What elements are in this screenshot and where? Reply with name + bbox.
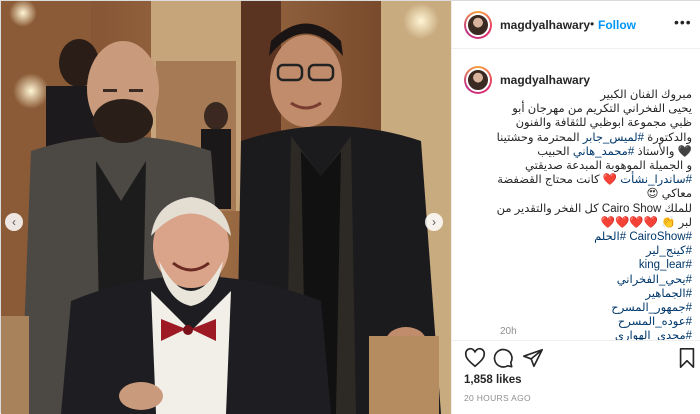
caption-line: #CairoShow #الحلم (496, 230, 692, 244)
caption-line: ظبي مجموعة ابوظبي للثقافة والفنون (496, 116, 692, 130)
caption-text-segment: الحبيب (537, 145, 573, 158)
post-photo[interactable]: ‹ › (1, 1, 451, 414)
heart-icon[interactable] (464, 347, 486, 369)
hashtag-link[interactable]: #يحي_الفخراني (617, 274, 692, 286)
caption-line: #عوده_المسرح (496, 315, 692, 329)
caption-text-segment: المحترمة وحشتينا (496, 131, 583, 144)
caption-line: #يحي_الفخراني (496, 273, 692, 287)
caption-line: 🖤 والأستاذ #محمد_هاني الحبيب (496, 145, 692, 159)
caption-line: #ساندرا_نشأت ❤️ كانت محتاج القضفضة (496, 173, 692, 187)
hashtag-link[interactable]: #لميس_جابر (583, 132, 644, 144)
bookmark-icon[interactable] (676, 347, 698, 369)
caption-text-segment: لبر 👏 ❤️❤️❤️❤️ (600, 216, 692, 229)
instagram-post: ‹ › magdyalhawary • Follow ••• magdyalha… (0, 0, 700, 414)
caption-line: يحيى الفخراني التكريم من مهرجان أبو (496, 102, 692, 116)
caption-line: للملك Cairo Show كل الفخر والتقدير من (496, 202, 692, 216)
hashtag-link[interactable]: #جمهور_المسرح (611, 302, 692, 314)
caption-text-segment: معاكي 😍 (646, 188, 692, 201)
comments-section: magdyalhawary مبروك الفنان الكبير يحيى ال… (452, 50, 700, 340)
hashtag-link[interactable]: #الجماهير (645, 288, 692, 300)
caption-line: و الجميلة الموهوبة المبدعة صديقتي (496, 159, 692, 173)
caption-line: #مجدي_الهواري (496, 329, 692, 340)
caption-line: #كينج_لير (496, 244, 692, 258)
separator-dot: • (590, 17, 595, 31)
share-icon[interactable] (522, 347, 544, 369)
post-timestamp: 20 HOURS AGO (464, 393, 531, 403)
hashtag-link[interactable]: #مجدي_الهواري (615, 330, 692, 340)
caption-line: مبروك الفنان الكبير (496, 88, 692, 102)
caption-text-segment: مبروك الفنان الكبير (600, 89, 692, 101)
hashtag-link[interactable]: #عوده_المسرح (618, 316, 692, 328)
caption-text-segment: والدكتورة (644, 131, 692, 144)
caption-line: لبر 👏 ❤️❤️❤️❤️ (496, 216, 692, 230)
caption-text-segment: للملك Cairo Show كل الفخر والتقدير من (496, 202, 692, 215)
hashtag-link[interactable]: #محمد_هاني (573, 146, 634, 158)
hashtag-link[interactable]: #king_lear (639, 259, 692, 271)
hashtag-link[interactable]: #الحلم (594, 231, 626, 243)
comment-icon[interactable] (492, 347, 514, 369)
post-side-panel: magdyalhawary • Follow ••• magdyalhawary… (451, 1, 700, 414)
caption-text-segment: ظبي مجموعة ابوظبي للثقافة والفنون (515, 117, 692, 130)
caption-time: 20h (500, 326, 517, 337)
header-username[interactable]: magdyalhawary (500, 18, 590, 32)
hashtag-link[interactable]: #CairoShow (629, 231, 692, 243)
post-actions: 1,858 likes 20 HOURS AGO (452, 340, 700, 414)
caption-text-segment: يحيى الفخراني التكريم من مهرجان أبو (512, 103, 692, 116)
caption-avatar[interactable] (464, 66, 492, 94)
caption-line: معاكي 😍 (496, 187, 692, 201)
caption-text: مبروك الفنان الكبير يحيى الفخراني التكريم… (496, 88, 692, 340)
caption-line: والدكتورة #لميس_جابر المحترمة وحشتينا (496, 131, 692, 145)
more-options-icon[interactable]: ••• (674, 14, 692, 30)
post-header: magdyalhawary • Follow ••• (452, 1, 700, 49)
caption-username[interactable]: magdyalhawary (500, 73, 590, 87)
hashtag-link[interactable]: #كينج_لير (646, 245, 692, 257)
hashtag-link[interactable]: #ساندرا_نشأت (620, 174, 692, 186)
caption-text-segment: 🖤 والأستاذ (634, 145, 692, 158)
chevron-left-icon[interactable]: ‹ (5, 213, 23, 231)
caption-text-segment: ❤️ كانت محتاج القضفضة (497, 174, 621, 187)
chevron-right-icon[interactable]: › (425, 213, 443, 231)
photo-illustration (1, 1, 451, 414)
follow-button[interactable]: Follow (598, 18, 636, 32)
avatar[interactable] (464, 11, 492, 39)
caption-line: #الجماهير (496, 287, 692, 301)
caption-text-segment: و الجميلة الموهوبة المبدعة صديقتي (525, 160, 692, 173)
likes-count[interactable]: 1,858 likes (464, 374, 522, 386)
caption-line: #king_lear (496, 258, 692, 272)
caption-line: #جمهور_المسرح (496, 301, 692, 315)
